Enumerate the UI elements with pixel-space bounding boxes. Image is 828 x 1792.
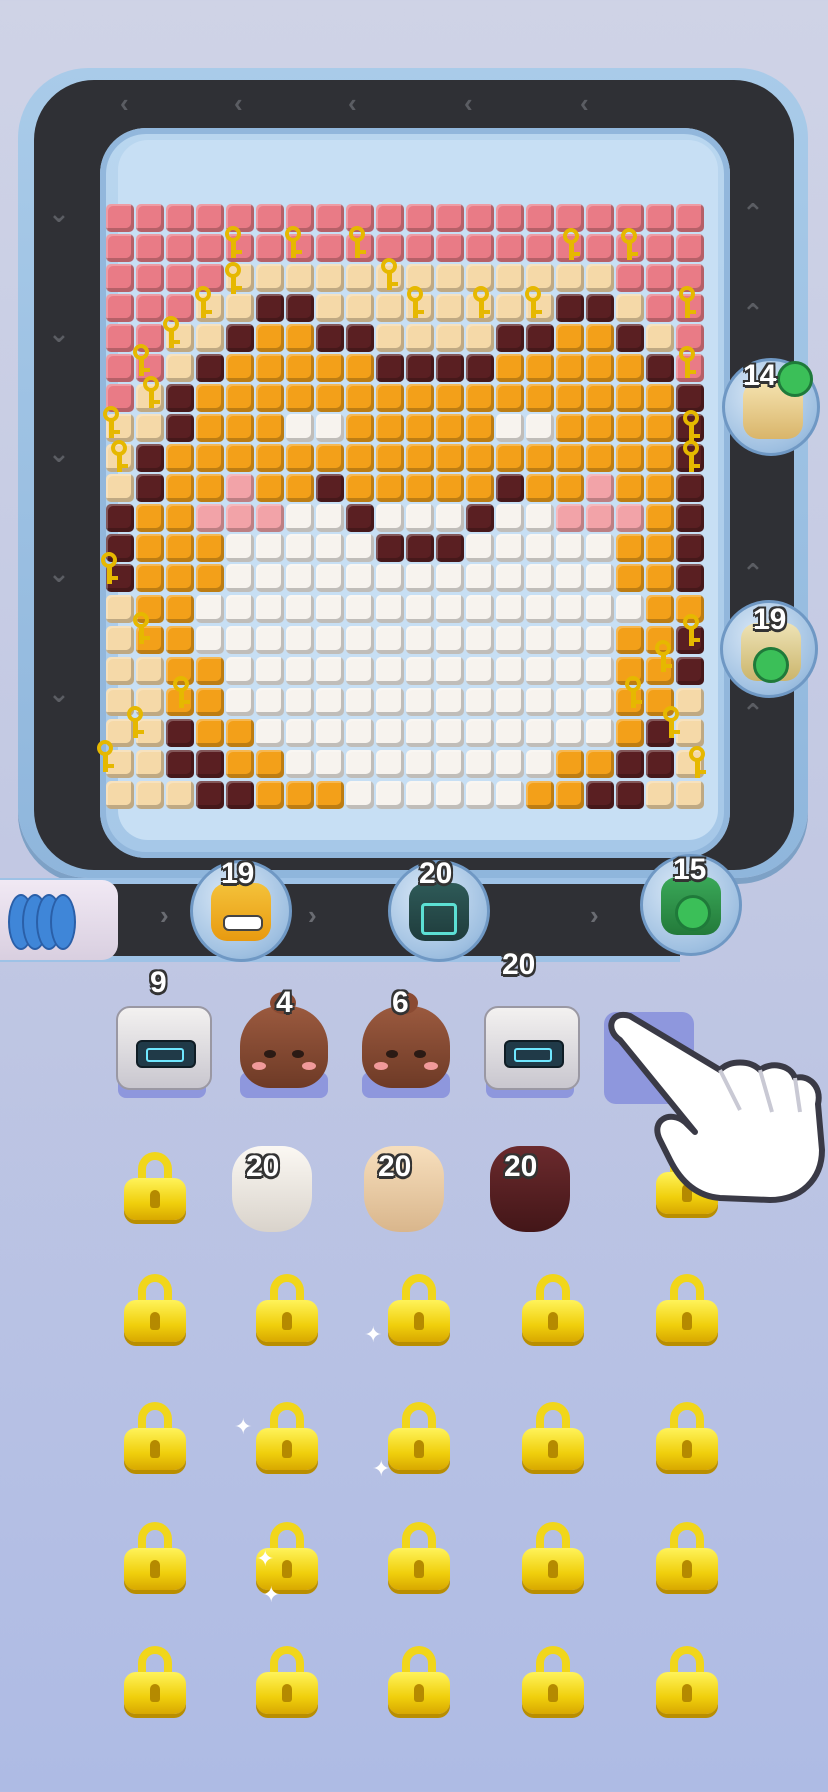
lock-icon[interactable] — [388, 1274, 450, 1342]
sparkle-icon: ✦ — [372, 1456, 391, 1481]
lock-icon[interactable] — [256, 1402, 318, 1470]
lock-icon[interactable] — [522, 1522, 584, 1590]
lock-icon[interactable] — [124, 1402, 186, 1470]
sparkle-icon: ✦ — [262, 1582, 281, 1607]
lock-icon[interactable] — [656, 1522, 718, 1590]
sparkle-icon: ✦ — [364, 1322, 383, 1347]
sparkle-icon: ✦ — [256, 1546, 275, 1571]
lock-icon[interactable] — [522, 1274, 584, 1342]
lock-icon[interactable] — [522, 1646, 584, 1714]
lock-icon[interactable] — [522, 1402, 584, 1470]
locked-slots — [0, 0, 828, 1792]
lock-icon[interactable] — [388, 1522, 450, 1590]
lock-icon[interactable] — [656, 1402, 718, 1470]
lock-icon[interactable] — [388, 1646, 450, 1714]
lock-icon[interactable] — [124, 1152, 186, 1220]
lock-icon[interactable] — [388, 1402, 450, 1470]
tutorial-hand-icon — [608, 1011, 825, 1203]
lock-icon[interactable] — [656, 1274, 718, 1342]
lock-icon[interactable] — [256, 1646, 318, 1714]
lock-icon[interactable] — [124, 1646, 186, 1714]
lock-icon[interactable] — [124, 1274, 186, 1342]
sparkle-icon: ✦ — [234, 1414, 253, 1439]
lock-icon[interactable] — [656, 1646, 718, 1714]
lock-icon[interactable] — [124, 1522, 186, 1590]
lock-icon[interactable] — [256, 1274, 318, 1342]
